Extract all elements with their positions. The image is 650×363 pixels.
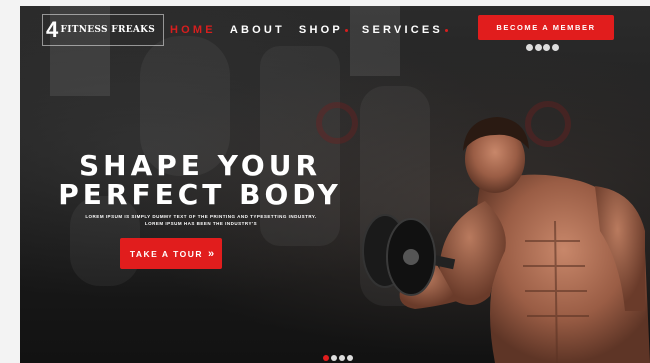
instagram-icon[interactable] xyxy=(551,44,559,51)
dropdown-indicator-icon xyxy=(344,28,348,32)
social-links xyxy=(526,44,560,51)
hero-section: 4 FITNESS FREAKS HOME ABOUT SHOP SERVICE… xyxy=(20,6,650,363)
nav-item-shop-wrap[interactable]: SHOP xyxy=(299,24,348,36)
google-plus-icon[interactable] xyxy=(543,44,550,51)
slider-dot[interactable] xyxy=(331,355,337,361)
tour-button-label: TAKE A TOUR xyxy=(129,248,204,259)
logo-mark: 4 xyxy=(46,17,59,42)
hero-headline: SHAPE YOUR PERFECT BODY xyxy=(40,151,360,209)
nav-item-about[interactable]: ABOUT xyxy=(230,24,285,36)
facebook-icon[interactable] xyxy=(526,44,533,51)
hero-subtext: LOREM IPSUM IS SIMPLY DUMMY TEXT OF THE … xyxy=(42,213,360,227)
subtext-line-2: LOREM IPSUM HAS BEEN THE INDUSTRY'S xyxy=(144,221,258,226)
main-nav: HOME ABOUT SHOP SERVICES xyxy=(170,24,448,36)
slider-dot[interactable] xyxy=(323,355,329,361)
subtext-line-1: LOREM IPSUM IS SIMPLY DUMMY TEXT OF THE … xyxy=(85,214,317,219)
twitter-icon[interactable] xyxy=(534,44,542,51)
nav-item-services[interactable]: SERVICES xyxy=(362,24,443,36)
headline-line-2: PERFECT BODY xyxy=(58,178,342,211)
athlete-image xyxy=(362,117,650,363)
slider-dot[interactable] xyxy=(347,355,353,361)
become-member-button[interactable]: BECOME A MEMBER xyxy=(478,15,614,40)
slider-pagination xyxy=(323,355,355,361)
take-a-tour-button[interactable]: TAKE A TOUR » xyxy=(120,238,222,269)
nav-item-shop[interactable]: SHOP xyxy=(299,24,343,36)
headline-line-1: SHAPE YOUR xyxy=(78,149,322,182)
double-chevron-right-icon: » xyxy=(208,247,214,260)
site-logo[interactable]: 4 FITNESS FREAKS xyxy=(42,14,164,46)
nav-item-services-wrap[interactable]: SERVICES xyxy=(362,24,448,36)
logo-text: FITNESS FREAKS xyxy=(60,25,156,35)
background-window xyxy=(350,6,400,76)
slider-dot[interactable] xyxy=(339,355,345,361)
nav-item-home[interactable]: HOME xyxy=(170,24,216,36)
dropdown-indicator-icon xyxy=(444,28,448,32)
